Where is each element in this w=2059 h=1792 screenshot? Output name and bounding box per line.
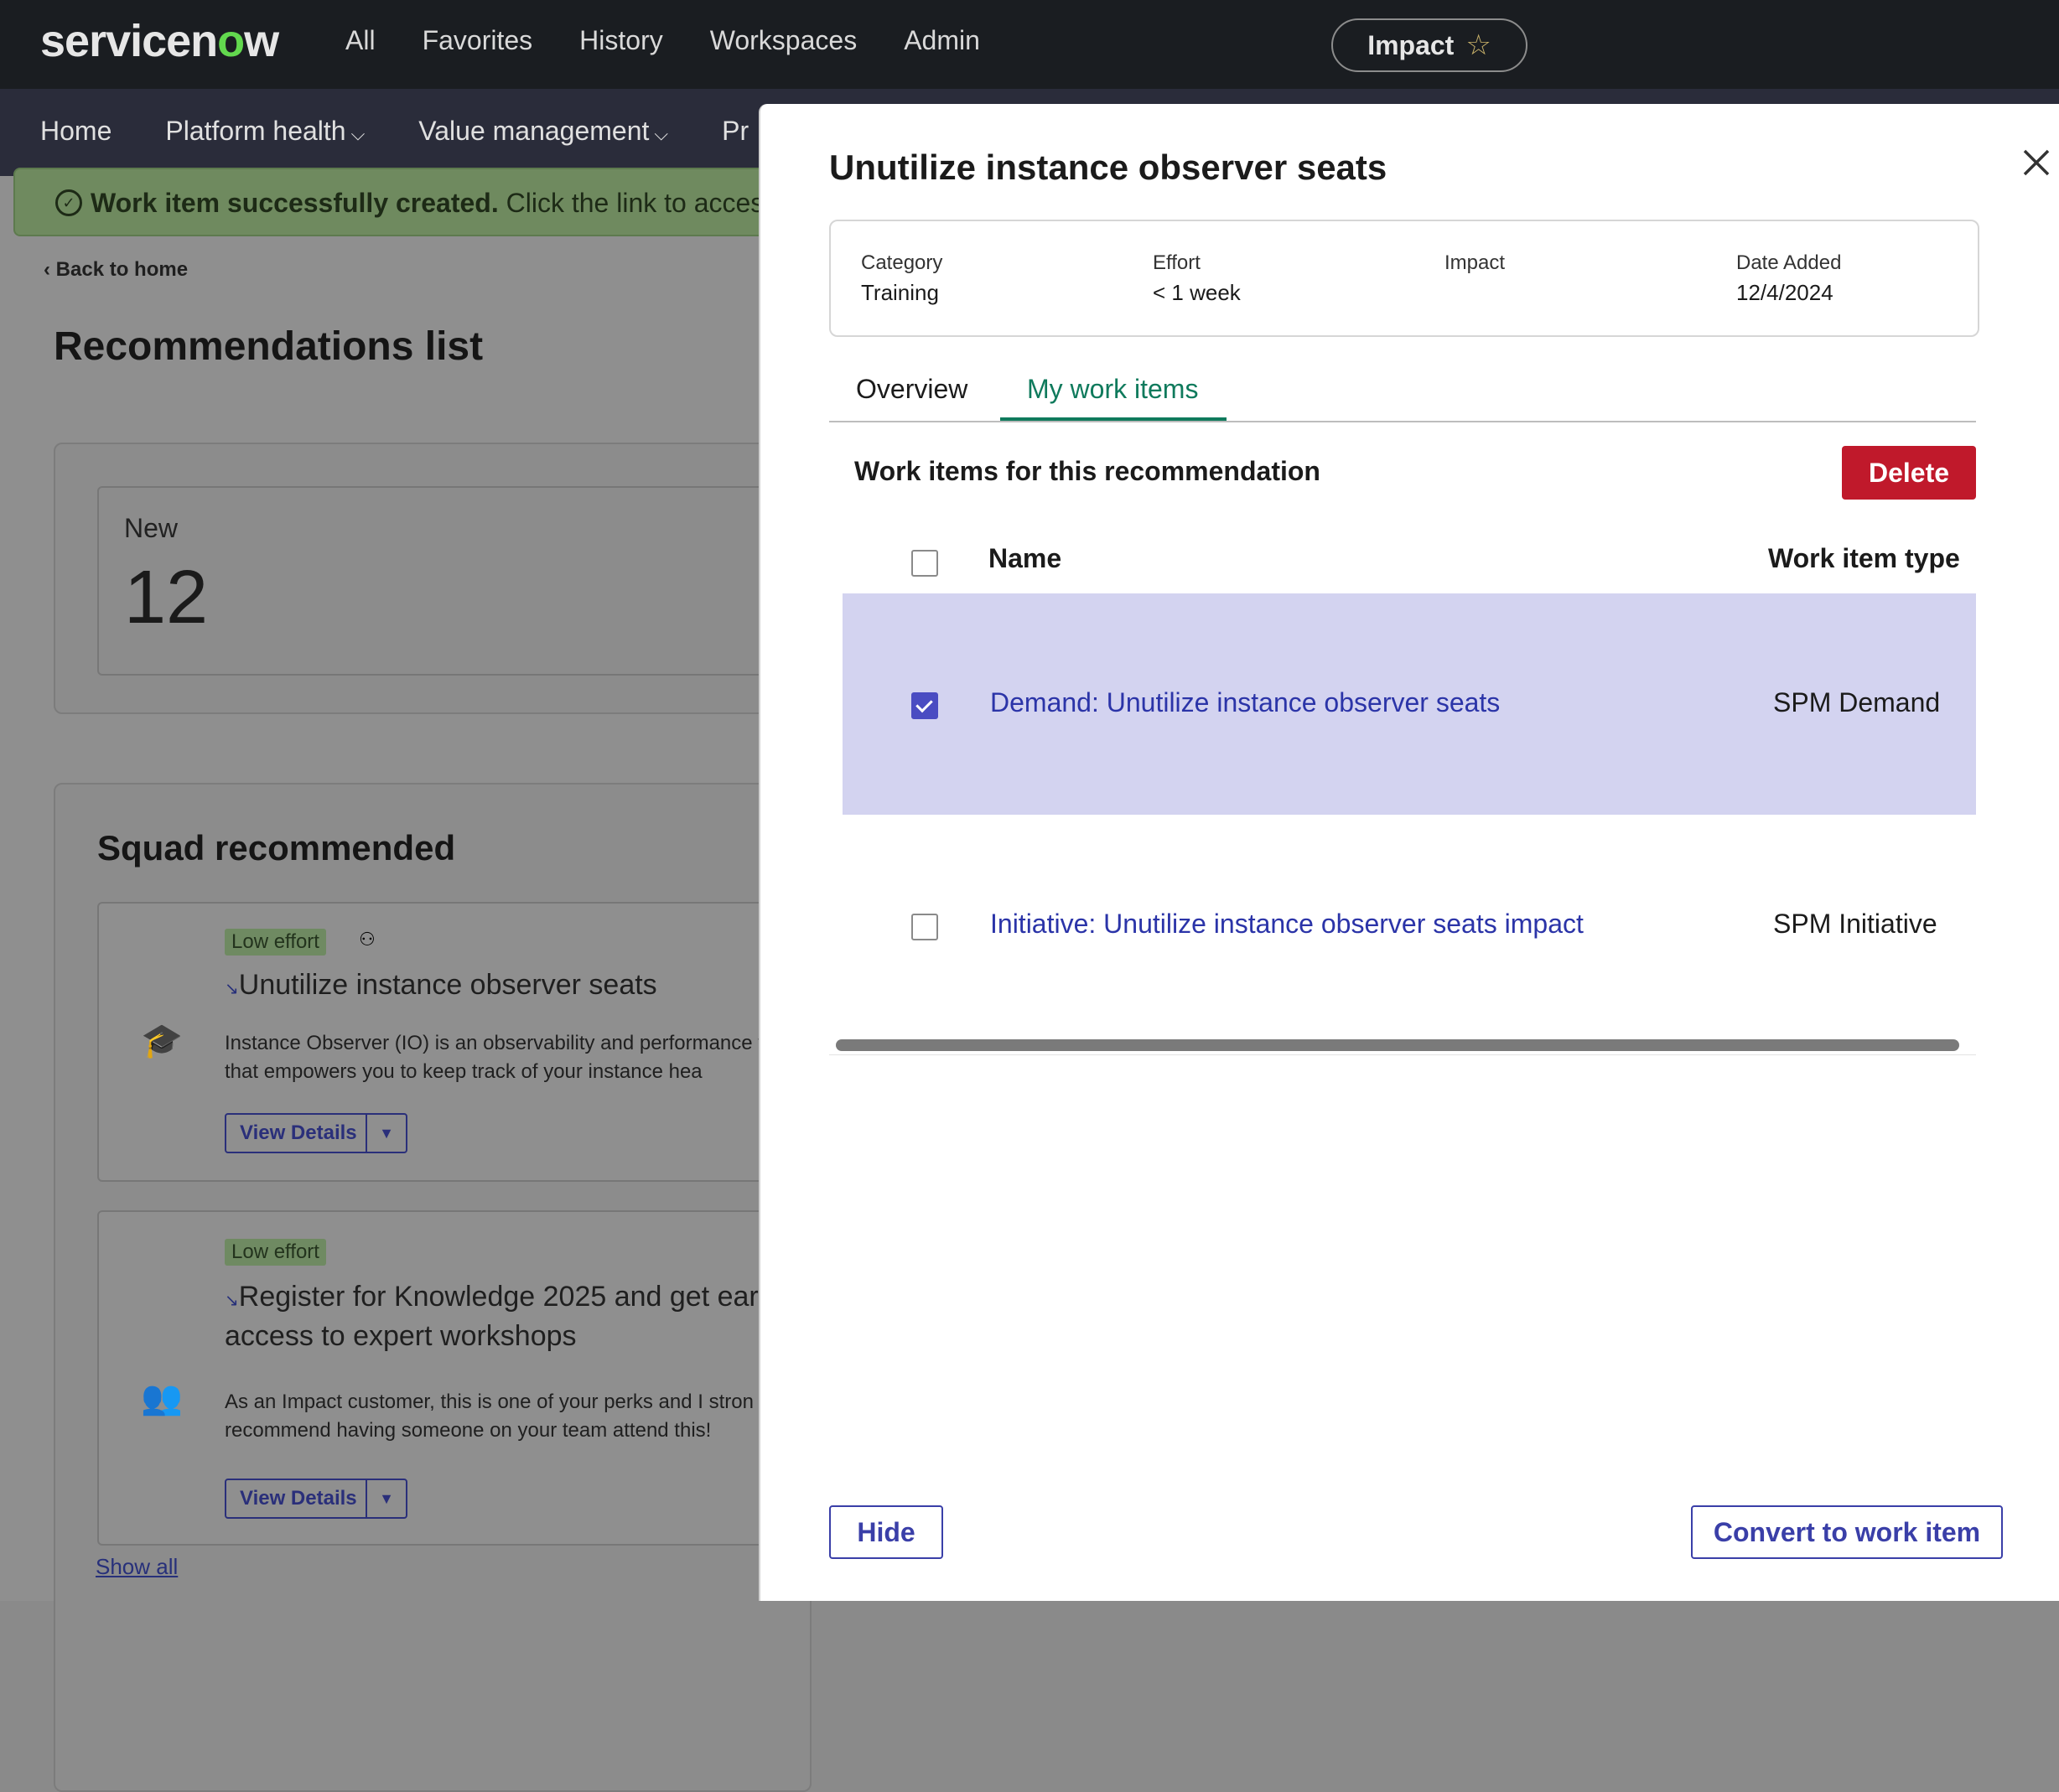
tab-overview[interactable]: Overview (856, 374, 967, 405)
banner-text: Click the link to access y (498, 188, 799, 218)
active-tab-indicator (1000, 417, 1227, 421)
work-item-type: SPM Initiative (1773, 909, 1937, 939)
subnav-platform-health-label: Platform health (165, 116, 346, 146)
impact-pill-label: Impact (1367, 29, 1455, 60)
meta-effort: Effort < 1 week (1153, 251, 1241, 306)
meta-impact: Impact (1444, 251, 1505, 280)
caret-down-icon[interactable]: ▼ (366, 1480, 406, 1517)
column-header-work-item-type[interactable]: Work item type (1768, 543, 1960, 574)
recommendation-title-text: Register for Knowledge 2025 and get earl… (225, 1281, 796, 1352)
subnav-home-label: Home (40, 116, 112, 146)
chevron-left-icon: ‹ (44, 258, 50, 281)
squad-recommended-card: Squad recommended Low effort ⚇ ↘Unutiliz… (54, 783, 822, 1792)
subnav-platform-health[interactable]: Platform health ⌵ (165, 116, 365, 147)
subnav-truncated-label: Pr (722, 116, 749, 146)
menu-admin[interactable]: Admin (904, 25, 980, 56)
subnav-home[interactable]: Home (40, 116, 112, 147)
new-count-label: New (124, 513, 179, 543)
org-chart-icon: ⚇ (359, 929, 376, 950)
recommendation-description: As an Impact customer, this is one of yo… (225, 1391, 754, 1442)
meta-label: Date Added (1736, 251, 1842, 274)
main-menu: All Favorites History Workspaces Admin (345, 25, 980, 56)
new-count-value: 12 (124, 556, 209, 640)
recommendation-title[interactable]: ↘Unutilize instance observer seats (225, 969, 657, 1002)
back-to-home-label: Back to home (55, 258, 189, 281)
subnav-value-management[interactable]: Value management ⌵ (418, 116, 668, 147)
row-checkbox[interactable] (911, 692, 938, 719)
modal-title: Unutilize instance observer seats (829, 148, 1387, 187)
trend-icon: ↘ (225, 1292, 239, 1310)
modal-tabs: Overview My work items (829, 364, 1976, 422)
new-count-tile[interactable]: New 12 (97, 486, 822, 676)
recommendation-title-text: Unutilize instance observer seats (238, 969, 657, 1001)
scrollbar-thumb[interactable] (836, 1039, 1959, 1051)
banner-bold-text: Work item successfully created. (91, 188, 499, 218)
hide-button[interactable]: Hide (829, 1505, 943, 1559)
meta-label: Effort (1153, 251, 1201, 274)
select-all-checkbox[interactable] (911, 550, 938, 577)
logo-text-end: w (244, 16, 279, 66)
chevron-down-icon: ⌵ (654, 123, 669, 144)
chevron-down-icon: ⌵ (350, 123, 366, 144)
check-circle-icon: ✓ (55, 189, 82, 216)
menu-history[interactable]: History (579, 25, 663, 56)
meta-value: < 1 week (1153, 280, 1241, 305)
logo-text-start: servicen (40, 16, 218, 66)
work-items-heading: Work items for this recommendation (854, 456, 1320, 486)
view-details-label: View Details (240, 1121, 357, 1144)
tab-my-work-items[interactable]: My work items (1027, 374, 1198, 405)
view-details-split-button[interactable]: View Details ▼ (225, 1479, 407, 1519)
menu-all[interactable]: All (345, 25, 376, 56)
horizontal-scrollbar[interactable] (829, 1034, 1976, 1055)
work-item-link[interactable]: Initiative: Unutilize instance observer … (990, 909, 1584, 940)
table-row[interactable]: Initiative: Unutilize instance observer … (843, 815, 1976, 1036)
recommendation-card[interactable]: Low effort ⚇ ↘Unutilize instance observe… (97, 902, 822, 1182)
work-items-table-header: Name Work item type (843, 531, 1976, 595)
row-checkbox[interactable] (911, 914, 938, 940)
subnav-truncated[interactable]: Pr (722, 116, 749, 147)
graduation-cap-icon: 🎓 (141, 1023, 183, 1059)
star-icon[interactable]: ☆ (1465, 28, 1491, 62)
menu-workspaces[interactable]: Workspaces (710, 25, 857, 56)
meta-value: 12/4/2024 (1736, 280, 1833, 305)
work-item-type: SPM Demand (1773, 687, 1941, 717)
recommendation-card[interactable]: Low effort ↘Register for Knowledge 2025 … (97, 1210, 822, 1546)
group-icon: 👥 (141, 1380, 183, 1417)
recommendation-details-modal: Unutilize instance observer seats Catego… (759, 104, 2059, 1601)
meta-date-added: Date Added 12/4/2024 (1736, 251, 1841, 306)
show-all-link[interactable]: Show all (96, 1554, 178, 1580)
top-navigation-bar: servicenow All Favorites History Workspa… (0, 0, 2059, 89)
menu-favorites[interactable]: Favorites (423, 25, 533, 56)
effort-badge: Low effort (225, 1239, 326, 1266)
work-item-link[interactable]: Demand: Unutilize instance observer seat… (990, 687, 1500, 718)
effort-badge: Low effort (225, 929, 326, 956)
delete-button[interactable]: Delete (1842, 446, 1976, 500)
page-title: Recommendations list (54, 324, 484, 369)
recommendation-meta: Category Training Effort < 1 week Impact… (829, 220, 1979, 337)
table-row[interactable]: Demand: Unutilize instance observer seat… (843, 593, 1976, 815)
meta-value: Training (861, 280, 939, 305)
view-details-split-button[interactable]: View Details ▼ (225, 1113, 407, 1153)
subnav-value-management-label: Value management (418, 116, 650, 146)
success-banner: ✓ Work item successfully created. Click … (13, 168, 798, 236)
trend-icon: ↘ (225, 980, 239, 998)
meta-category: Category Training (861, 251, 942, 306)
summary-card: New 12 (54, 443, 822, 714)
view-details-label: View Details (240, 1487, 357, 1510)
meta-label: Impact (1444, 251, 1506, 274)
recommendation-description: Instance Observer (IO) is an observabili… (225, 1032, 801, 1083)
recommendation-title[interactable]: ↘Register for Knowledge 2025 and get ear… (225, 1279, 812, 1354)
convert-to-work-item-button[interactable]: Convert to work item (1691, 1505, 2003, 1559)
column-header-name[interactable]: Name (988, 543, 1061, 574)
caret-down-icon[interactable]: ▼ (366, 1115, 406, 1152)
close-icon[interactable] (2020, 146, 2053, 179)
impact-pill[interactable]: Impact ☆ (1331, 18, 1527, 72)
meta-label: Category (861, 251, 943, 274)
logo-o: o (217, 16, 245, 66)
squad-recommended-heading: Squad recommended (97, 828, 456, 868)
recommendations-page-background: ✓ Work item successfully created. Click … (0, 168, 822, 1792)
servicenow-logo[interactable]: servicenow (40, 15, 279, 67)
back-to-home-link[interactable]: ‹ Back to home (44, 258, 188, 282)
